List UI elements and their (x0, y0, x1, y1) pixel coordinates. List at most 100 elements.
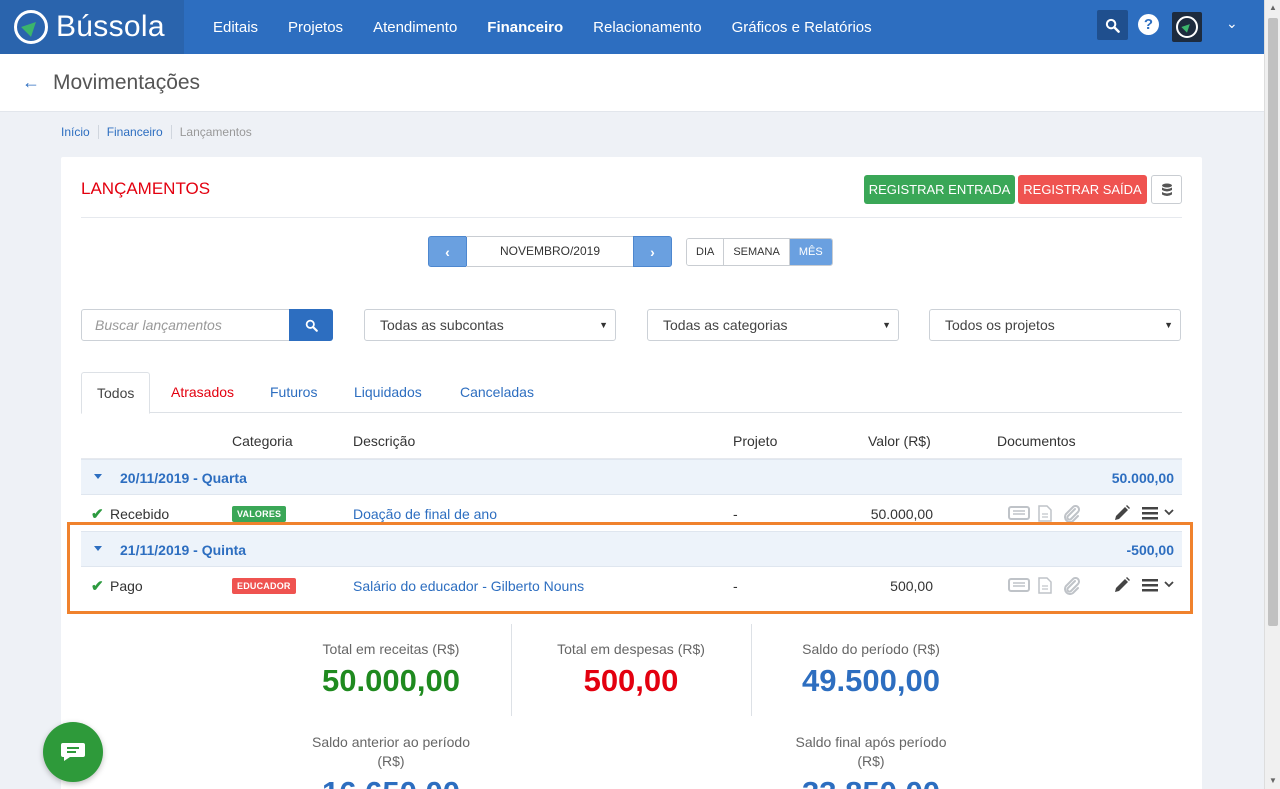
group-date: 20/11/2019 - Quarta (120, 470, 247, 486)
search-input[interactable]: Buscar lançamentos (81, 309, 290, 341)
help-icon[interactable]: ? (1138, 14, 1159, 35)
check-icon: ✔ (91, 506, 104, 523)
chat-button[interactable] (43, 722, 103, 782)
period-label: NOVEMBRO/2019 (466, 236, 634, 267)
receipt-icon[interactable] (1008, 505, 1030, 521)
total-despesas-label: Total em despesas (R$) (557, 641, 705, 657)
subcontas-select[interactable]: Todas as subcontas ▼ (364, 309, 616, 341)
col-projeto: Projeto (733, 433, 778, 449)
saldo-final-value: 33.850,00 (751, 775, 991, 789)
row-description-link[interactable]: Doação de final de ano (353, 506, 497, 522)
col-valor: Valor (R$) (868, 433, 931, 449)
app-name: Bússola (56, 10, 165, 43)
status-tabs: Todos Atrasados Futuros Liquidados Cance… (81, 372, 1182, 414)
scroll-down-icon[interactable]: ▼ (1265, 773, 1280, 789)
app-logo[interactable]: Bússola (0, 0, 184, 54)
view-switch: DIA SEMANA MÊS (686, 238, 833, 266)
tab-atrasados[interactable]: Atrasados (156, 372, 249, 413)
saldo-periodo: Saldo do período (R$) 49.500,00 (751, 640, 991, 699)
scroll-up-icon[interactable]: ▲ (1265, 0, 1280, 16)
breadcrumb-inicio[interactable]: Início (61, 125, 99, 139)
database-button[interactable] (1151, 175, 1182, 204)
registrar-saida-button[interactable]: REGISTRAR SAÍDA (1018, 175, 1147, 204)
caret-down-icon: ▼ (599, 320, 608, 330)
saldo-final-label: Saldo final após período (795, 734, 947, 750)
total-despesas-value: 500,00 (583, 663, 679, 698)
avatar[interactable] (1172, 12, 1202, 42)
view-mes-button[interactable]: MÊS (789, 239, 832, 265)
chevron-down-icon[interactable]: ⌄ (1226, 15, 1238, 32)
page-scrollbar[interactable]: ▲ ▼ (1264, 0, 1280, 789)
breadcrumb-financeiro[interactable]: Financeiro (107, 125, 172, 139)
saldo-anterior: Saldo anterior ao período (R$) 16.650,00 (271, 733, 511, 789)
menu-icon[interactable] (1141, 504, 1159, 522)
breadcrumb: Início Financeiro Lançamentos (61, 125, 268, 139)
highlight-box (67, 522, 1193, 614)
saldo-anterior-label: Saldo anterior ao período (312, 734, 470, 750)
caret-down-icon: ▼ (882, 320, 891, 330)
nav-financeiro[interactable]: Financeiro (487, 19, 563, 36)
top-navbar: Bússola Editais Projetos Atendimento Fin… (0, 0, 1264, 54)
caret-down-icon[interactable] (94, 474, 102, 479)
scrollbar-thumb[interactable] (1268, 18, 1278, 626)
search-button[interactable] (289, 309, 333, 341)
period-next-button[interactable]: › (633, 236, 672, 267)
col-descricao: Descrição (353, 433, 416, 449)
total-despesas: Total em despesas (R$) 500,00 (511, 640, 751, 699)
chevron-down-icon[interactable] (1164, 508, 1174, 516)
page-header: ← Movimentações (0, 54, 1264, 112)
saldo-periodo-label: Saldo do período (R$) (802, 641, 940, 657)
database-icon (1161, 183, 1172, 196)
caret-down-icon: ▼ (1164, 320, 1173, 330)
tab-todos[interactable]: Todos (81, 372, 151, 414)
lancamentos-card: LANÇAMENTOS REGISTRAR ENTRADA REGISTRAR … (61, 157, 1202, 789)
col-categoria: Categoria (232, 433, 293, 449)
categorias-select[interactable]: Todas as categorias ▼ (647, 309, 899, 341)
row-value: 50.000,00 (870, 506, 933, 522)
card-title: LANÇAMENTOS (81, 179, 211, 198)
breadcrumb-lancamentos: Lançamentos (179, 125, 252, 139)
total-receitas-value: 50.000,00 (322, 663, 460, 698)
view-semana-button[interactable]: SEMANA (724, 239, 790, 265)
chat-icon (61, 743, 85, 761)
period-prev-button[interactable]: ‹ (428, 236, 467, 267)
saldo-anterior-value: 16.650,00 (271, 775, 511, 789)
document-icon[interactable] (1038, 505, 1052, 522)
compass-icon (14, 10, 48, 44)
projetos-value: Todos os projetos (945, 317, 1055, 333)
nav-graficos-relatorios[interactable]: Gráficos e Relatórios (732, 19, 872, 36)
col-documentos: Documentos (997, 433, 1076, 449)
nav-relacionamento[interactable]: Relacionamento (593, 19, 701, 36)
search-icon (305, 319, 318, 332)
total-receitas-label: Total em receitas (R$) (322, 641, 460, 657)
tab-liquidados[interactable]: Liquidados (339, 372, 437, 413)
category-badge: VALORES (232, 506, 287, 522)
subcontas-value: Todas as subcontas (380, 317, 504, 333)
saldo-periodo-value: 49.500,00 (802, 663, 940, 698)
saldo-final: Saldo final após período (R$) 33.850,00 (751, 733, 991, 789)
page-title: Movimentações (53, 71, 201, 94)
nav-projetos[interactable]: Projetos (288, 19, 343, 36)
saldo-final-unit: (R$) (857, 753, 885, 769)
edit-pencil-icon[interactable] (1113, 504, 1131, 522)
nav-atendimento[interactable]: Atendimento (373, 19, 457, 36)
registrar-entrada-button[interactable]: REGISTRAR ENTRADA (864, 175, 1015, 204)
row-status: Recebido (110, 506, 170, 522)
group-total: 50.000,00 (1111, 470, 1174, 486)
back-arrow-icon[interactable]: ← (22, 72, 40, 93)
paperclip-icon[interactable] (1063, 505, 1081, 523)
view-dia-button[interactable]: DIA (687, 239, 725, 265)
global-search-button[interactable] (1097, 10, 1128, 40)
compass-icon (1176, 16, 1198, 38)
categorias-value: Todas as categorias (663, 317, 788, 333)
saldo-anterior-unit: (R$) (377, 753, 405, 769)
tab-futuros[interactable]: Futuros (255, 372, 332, 413)
row-project: - (733, 506, 738, 522)
divider (81, 217, 1182, 218)
nav-editais[interactable]: Editais (213, 19, 258, 36)
date-group-header[interactable]: 20/11/2019 - Quarta 50.000,00 (81, 459, 1182, 495)
search-icon (1105, 18, 1120, 33)
main-menu: Editais Projetos Atendimento Financeiro … (198, 0, 887, 54)
tab-canceladas[interactable]: Canceladas (445, 372, 549, 413)
projetos-select[interactable]: Todos os projetos ▼ (929, 309, 1181, 341)
